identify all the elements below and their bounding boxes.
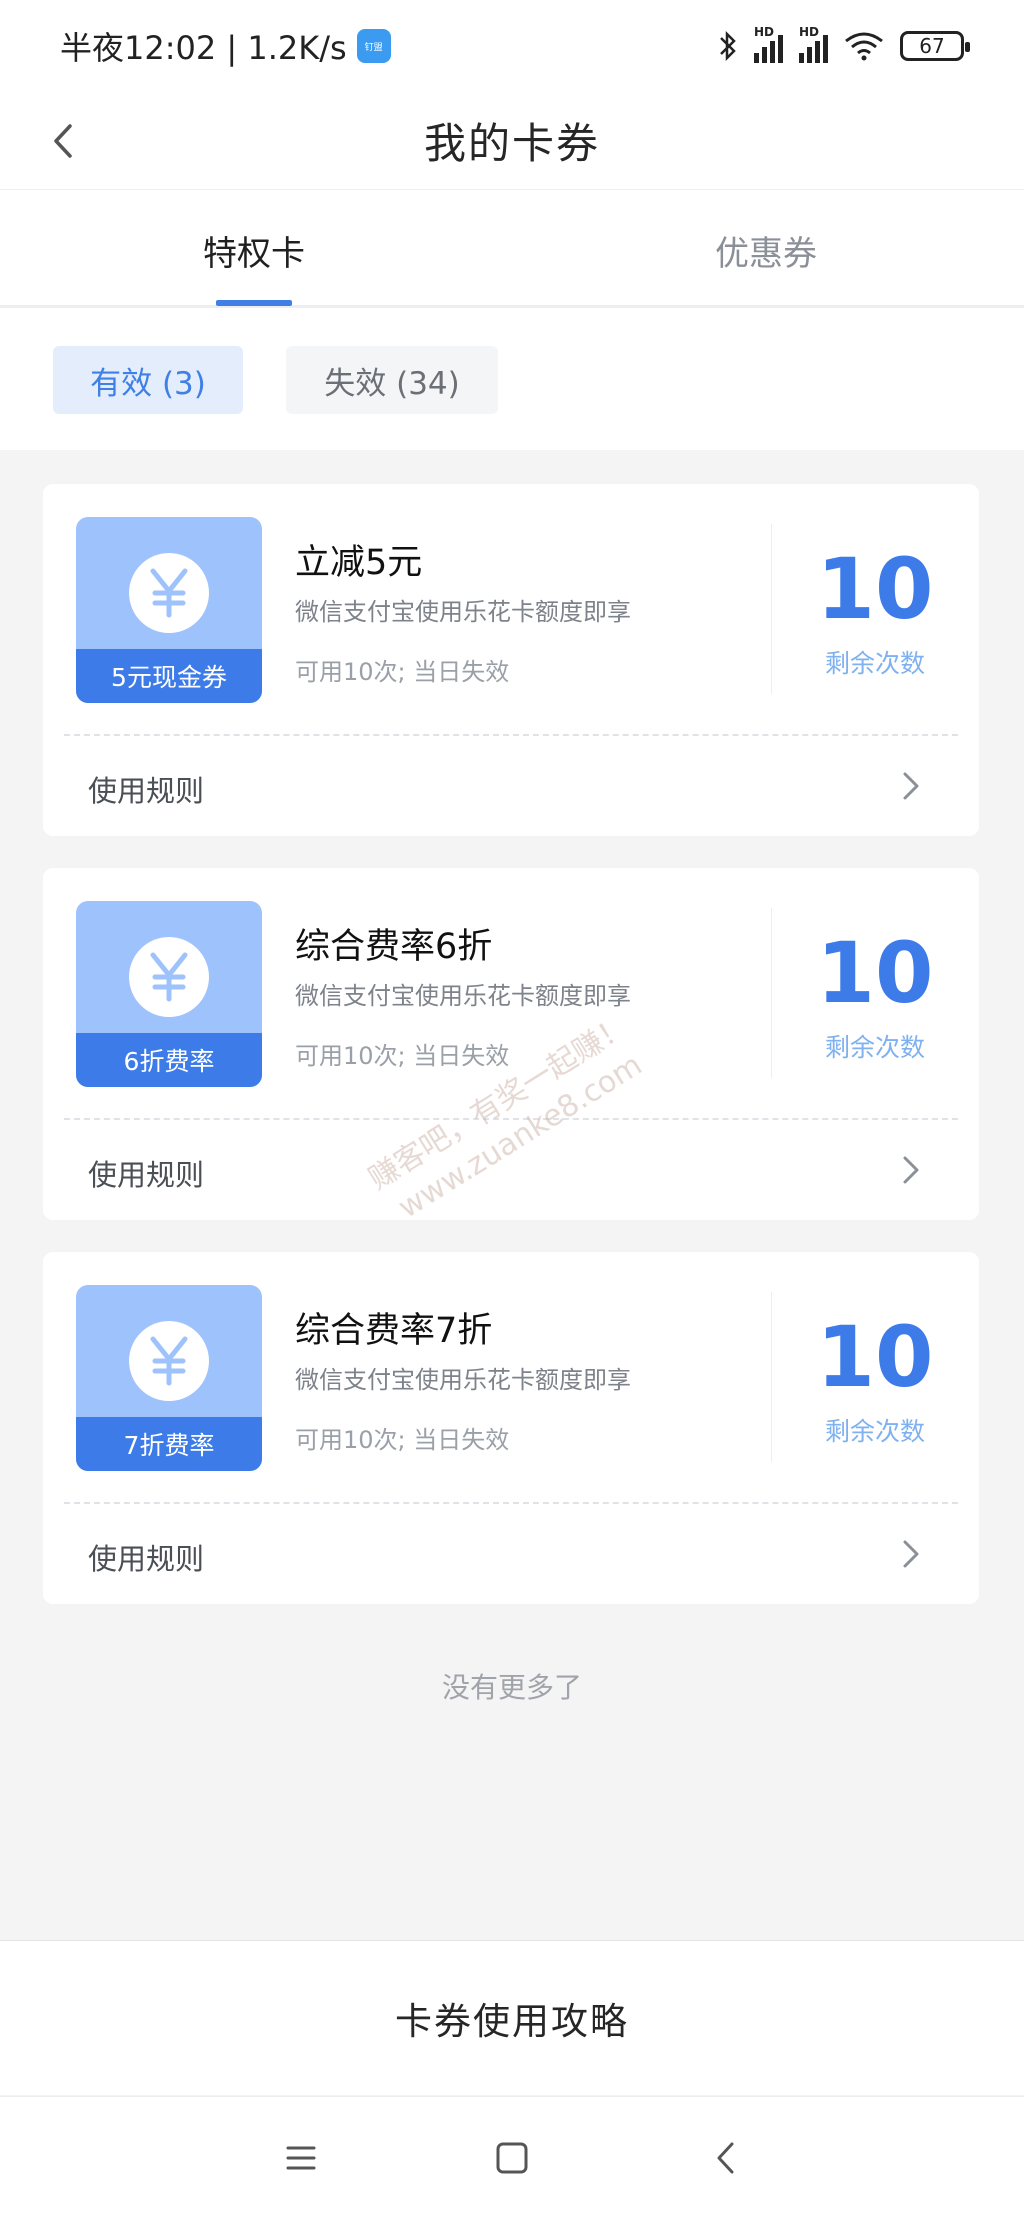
bluetooth-icon bbox=[720, 30, 736, 62]
remaining-count: 10 bbox=[816, 540, 934, 638]
card-badge-label: 5元现金券 bbox=[76, 649, 262, 703]
system-nav-bar bbox=[0, 2096, 1024, 2219]
battery-icon: 67 bbox=[900, 31, 970, 61]
card-badge-label: 7折费率 bbox=[76, 1417, 262, 1471]
status-time: 半夜12:02 | 1.2K/s bbox=[60, 29, 347, 67]
card-badge: 5元现金券 bbox=[76, 517, 262, 703]
card-badge: 6折费率 bbox=[76, 901, 262, 1087]
usage-rules-label: 使用规则 bbox=[88, 1542, 205, 1576]
usage-rules-row[interactable]: 使用规则 bbox=[43, 736, 979, 836]
remaining-count: 10 bbox=[816, 1308, 934, 1406]
yen-icon bbox=[129, 937, 209, 1017]
wifi-icon bbox=[845, 32, 883, 61]
hd-label: HD bbox=[754, 25, 775, 39]
remaining-count-label: 剩余次数 bbox=[824, 649, 925, 678]
card-title: 立减5元 bbox=[295, 543, 423, 583]
privilege-card: 7折费率 综合费率7折 微信支付宝使用乐花卡额度即享 可用10次; 当日失效 1… bbox=[43, 1252, 979, 1604]
status-right: HD HD 67 bbox=[718, 25, 970, 63]
card-badge-label: 6折费率 bbox=[76, 1033, 262, 1087]
usage-rules-row[interactable]: 使用规则 bbox=[43, 1120, 979, 1220]
card-badge: 7折费率 bbox=[76, 1285, 262, 1471]
yen-icon bbox=[129, 1321, 209, 1401]
status-bar: 半夜12:02 | 1.2K/s 钉盟 HD HD 67 bbox=[0, 0, 1024, 92]
back-icon[interactable] bbox=[44, 116, 84, 166]
chevron-right-icon bbox=[903, 772, 919, 800]
app-header: 我的卡券 bbox=[0, 92, 1024, 190]
menu-icon[interactable] bbox=[278, 2135, 324, 2181]
home-icon[interactable] bbox=[489, 2135, 535, 2181]
card-usage: 可用10次; 当日失效 bbox=[295, 658, 510, 686]
card-description: 微信支付宝使用乐花卡额度即享 bbox=[295, 982, 631, 1010]
tab-coupons[interactable]: 优惠券 bbox=[715, 226, 817, 275]
tab-active-indicator bbox=[216, 300, 292, 306]
privilege-card: 6折费率 综合费率6折 微信支付宝使用乐花卡额度即享 可用10次; 当日失效 1… bbox=[43, 868, 979, 1220]
signal-icon: HD bbox=[799, 25, 828, 63]
signal-icon: HD bbox=[754, 25, 783, 63]
tab-bar: 特权卡 优惠券 bbox=[0, 190, 1024, 308]
remaining-count-label: 剩余次数 bbox=[824, 1417, 925, 1446]
battery-level: 67 bbox=[919, 34, 945, 58]
app-badge-icon: 钉盟 bbox=[356, 29, 391, 63]
card-usage: 可用10次; 当日失效 bbox=[295, 1042, 510, 1070]
usage-rules-label: 使用规则 bbox=[88, 774, 205, 808]
card-title: 综合费率7折 bbox=[295, 1311, 493, 1351]
privilege-card: 5元现金券 立减5元 微信支付宝使用乐花卡额度即享 可用10次; 当日失效 10… bbox=[43, 484, 979, 836]
filter-valid-chip[interactable]: 有效 (3) bbox=[53, 346, 243, 414]
usage-rules-row[interactable]: 使用规则 bbox=[43, 1504, 979, 1604]
coupon-guide-label: 卡券使用攻略 bbox=[395, 2000, 629, 2043]
card-description: 微信支付宝使用乐花卡额度即享 bbox=[295, 1366, 631, 1394]
usage-rules-label: 使用规则 bbox=[88, 1158, 205, 1192]
chevron-right-icon bbox=[903, 1540, 919, 1568]
page: 半夜12:02 | 1.2K/s 钉盟 HD HD 67 我的卡券 特权卡 优惠… bbox=[0, 0, 1024, 2219]
coupon-guide-button[interactable]: 卡券使用攻略 bbox=[0, 1940, 1024, 2095]
remaining-count: 10 bbox=[816, 924, 934, 1022]
card-description: 微信支付宝使用乐花卡额度即享 bbox=[295, 598, 631, 626]
status-left: 半夜12:02 | 1.2K/s 钉盟 bbox=[60, 23, 391, 69]
page-title: 我的卡券 bbox=[423, 119, 600, 168]
card-usage: 可用10次; 当日失效 bbox=[295, 1426, 510, 1454]
end-of-list-text: 没有更多了 bbox=[441, 1671, 582, 1704]
card-title: 综合费率6折 bbox=[295, 927, 493, 967]
tab-privilege-card[interactable]: 特权卡 bbox=[203, 226, 305, 275]
remaining-count-label: 剩余次数 bbox=[824, 1033, 925, 1062]
chevron-right-icon bbox=[903, 1156, 919, 1184]
filter-bar: 有效 (3) 失效 (34) bbox=[0, 308, 1024, 450]
hd-label: HD bbox=[799, 25, 820, 39]
filter-invalid-chip[interactable]: 失效 (34) bbox=[286, 346, 498, 414]
nav-back-icon[interactable] bbox=[704, 2135, 750, 2181]
yen-icon bbox=[129, 553, 209, 633]
